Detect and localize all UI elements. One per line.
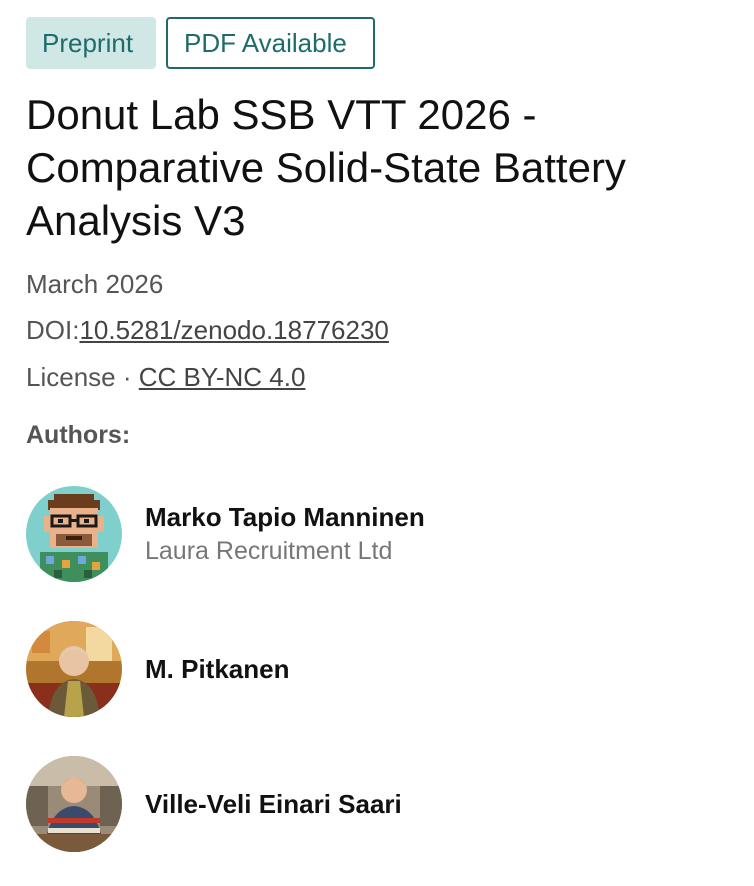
- author-name[interactable]: Marko Tapio Manninen: [145, 500, 425, 534]
- author-affiliation: Laura Recruitment Ltd: [145, 537, 393, 565]
- badge-row: Preprint PDF Available: [26, 17, 375, 69]
- author-item[interactable]: Ville-Veli Einari Saari: [26, 756, 402, 852]
- author-text: Marko Tapio Manninen Laura Recruitment L…: [145, 500, 425, 568]
- photo-portrait-icon: [26, 621, 122, 717]
- publication-title: Donut Lab SSB VTT 2026 - Comparative Sol…: [26, 91, 626, 244]
- avatar[interactable]: [26, 756, 122, 852]
- author-item[interactable]: M. Pitkanen: [26, 621, 289, 717]
- doi-label: DOI:: [26, 315, 80, 345]
- avatar[interactable]: [26, 486, 122, 582]
- author-item[interactable]: Marko Tapio Manninen Laura Recruitment L…: [26, 486, 425, 582]
- avatar[interactable]: [26, 621, 122, 717]
- license-line: License · CC BY-NC 4.0: [26, 362, 305, 393]
- pixel-art-portrait-icon: [26, 486, 122, 582]
- doi-line: DOI:10.5281/zenodo.18776230: [26, 315, 389, 346]
- author-name[interactable]: M. Pitkanen: [145, 652, 289, 686]
- license-label: License: [26, 362, 116, 392]
- publication-date: March 2026: [26, 269, 164, 299]
- author-text: M. Pitkanen: [145, 652, 289, 686]
- license-separator: ·: [122, 362, 132, 392]
- photo-portrait-icon: [26, 756, 122, 852]
- author-text: Ville-Veli Einari Saari: [145, 787, 402, 821]
- preprint-badge: Preprint: [26, 17, 156, 69]
- pdf-available-badge[interactable]: PDF Available: [166, 17, 375, 69]
- authors-heading: Authors:: [26, 421, 131, 449]
- license-link[interactable]: CC BY-NC 4.0: [139, 362, 306, 392]
- doi-link[interactable]: 10.5281/zenodo.18776230: [79, 315, 388, 345]
- author-name[interactable]: Ville-Veli Einari Saari: [145, 787, 402, 821]
